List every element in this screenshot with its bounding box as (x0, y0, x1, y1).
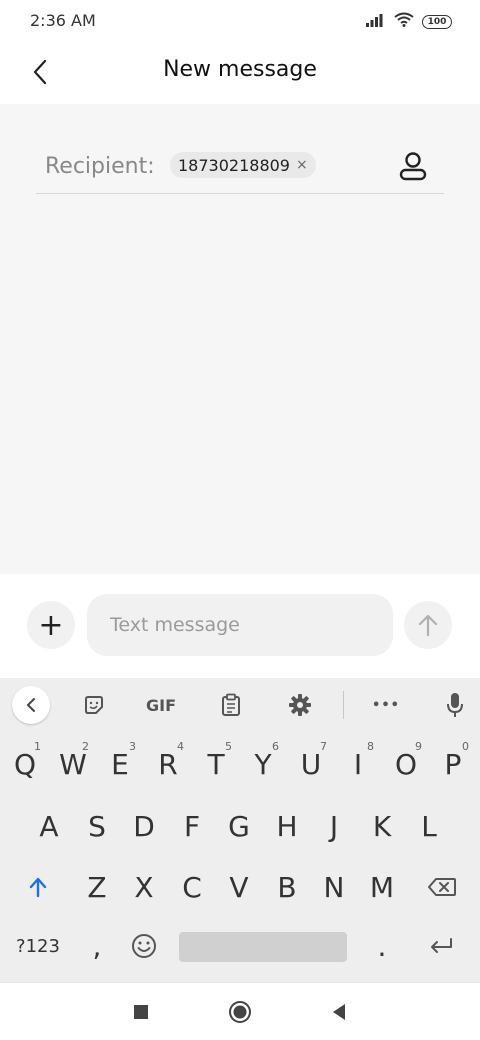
key-e[interactable]: E3 (98, 736, 142, 792)
key-u[interactable]: U7 (289, 736, 333, 792)
enter-key[interactable] (419, 918, 463, 974)
recipient-chip-text: 18730218809 (178, 155, 290, 175)
toolbar-divider (343, 691, 344, 719)
key-p[interactable]: P0 (431, 736, 475, 792)
key-r[interactable]: R4 (146, 736, 190, 792)
key-v[interactable]: V (217, 859, 261, 915)
enter-icon (431, 938, 452, 953)
key-g[interactable]: G (217, 798, 261, 854)
period-key[interactable]: . (360, 918, 404, 974)
recipient-row[interactable]: Recipient: 18730218809 × (36, 144, 444, 194)
status-time: 2:36 AM (30, 11, 96, 30)
key-l[interactable]: L (407, 798, 451, 854)
key-z[interactable]: Z (75, 859, 119, 915)
emoji-key[interactable] (122, 918, 166, 974)
key-y[interactable]: Y6 (241, 736, 285, 792)
status-bar: 2:36 AM 100 (0, 0, 480, 42)
key-m[interactable]: M (360, 859, 404, 915)
emoji-icon (132, 934, 156, 958)
key-s[interactable]: S (75, 798, 119, 854)
gif-button[interactable]: GIF (141, 686, 181, 724)
key-a[interactable]: A (27, 798, 71, 854)
more-options-button[interactable]: ••• (366, 686, 406, 724)
key-j[interactable]: J (312, 798, 356, 854)
home-button[interactable] (225, 997, 255, 1027)
navigation-bar (0, 982, 480, 1040)
wifi-icon (394, 12, 414, 31)
clipboard-icon (222, 693, 240, 716)
key-t[interactable]: T5 (194, 736, 238, 792)
backspace-key[interactable] (420, 859, 464, 915)
microphone-icon (447, 693, 463, 717)
recipient-chip[interactable]: 18730218809 × (170, 152, 316, 178)
square-icon (134, 1005, 148, 1019)
key-n[interactable]: N (312, 859, 356, 915)
battery-icon: 100 (422, 14, 452, 29)
symbols-key[interactable]: ?123 (13, 918, 63, 974)
circle-icon (229, 1001, 251, 1023)
key-b[interactable]: B (265, 859, 309, 915)
person-icon (399, 152, 427, 181)
voice-input-button[interactable] (435, 686, 475, 724)
sticker-icon (85, 696, 103, 714)
key-q[interactable]: Q1 (3, 736, 47, 792)
key-o[interactable]: O9 (384, 736, 428, 792)
contact-picker-button[interactable] (398, 150, 428, 182)
key-f[interactable]: F (170, 798, 214, 854)
status-icons: 100 (366, 12, 452, 31)
shift-key[interactable] (16, 859, 60, 915)
gear-icon (289, 694, 311, 716)
message-input[interactable] (87, 594, 393, 656)
key-x[interactable]: X (122, 859, 166, 915)
arrow-up-icon (418, 614, 438, 637)
backspace-icon (428, 878, 456, 896)
attach-button[interactable]: + (27, 601, 75, 649)
triangle-back-icon (333, 1004, 345, 1020)
key-c[interactable]: C (170, 859, 214, 915)
back-nav-button[interactable] (324, 997, 354, 1027)
message-content-area: Recipient: 18730218809 × (0, 104, 480, 574)
key-h[interactable]: H (265, 798, 309, 854)
space-key[interactable] (179, 932, 347, 962)
key-d[interactable]: D (122, 798, 166, 854)
shift-arrow-icon (29, 877, 47, 898)
key-i[interactable]: I8 (336, 736, 380, 792)
sticker-button[interactable] (74, 686, 114, 724)
key-k[interactable]: K (360, 798, 404, 854)
comma-key[interactable]: , (75, 918, 119, 974)
chip-remove-icon[interactable]: × (296, 157, 308, 173)
send-button[interactable] (404, 601, 452, 649)
recents-button[interactable] (126, 997, 156, 1027)
signal-icon (366, 12, 386, 31)
plus-icon: + (38, 607, 64, 643)
keyboard: GIF ••• Q 1 W 2 E 3 R 4 T 5 Y 6 U 7 I 8 … (0, 678, 480, 982)
recipient-label: Recipient: (45, 154, 155, 179)
chevron-left-icon (26, 698, 35, 712)
keyboard-collapse-button[interactable] (12, 686, 50, 724)
settings-button[interactable] (280, 686, 320, 724)
key-w[interactable]: W2 (51, 736, 95, 792)
clipboard-button[interactable] (211, 686, 251, 724)
compose-bar: + (0, 574, 480, 678)
keyboard-toolbar: GIF ••• (0, 678, 480, 732)
page-title: New message (163, 57, 317, 82)
header: New message (0, 42, 480, 104)
